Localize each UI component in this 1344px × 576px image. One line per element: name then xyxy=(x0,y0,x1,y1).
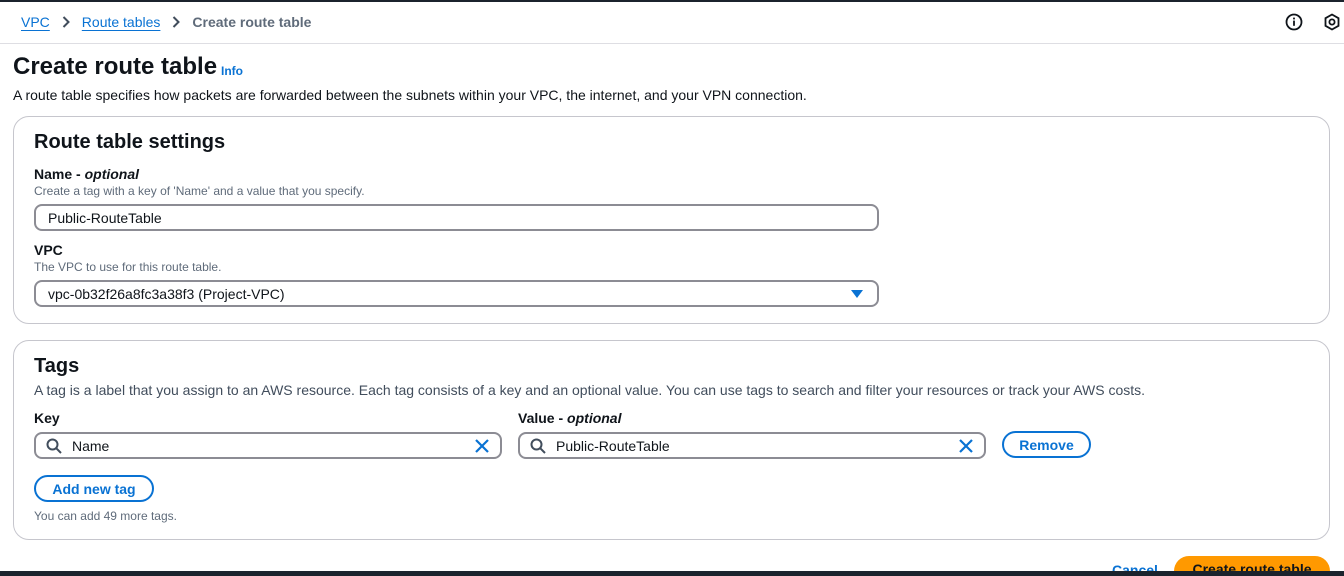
route-table-settings-panel: Route table settings Name - optional Cre… xyxy=(13,116,1330,324)
breadcrumb-current: Create route table xyxy=(192,14,312,30)
search-icon xyxy=(530,438,546,454)
value-label: Value - optional xyxy=(518,410,622,426)
tag-key-value: Name xyxy=(72,438,110,454)
settings-title: Route table settings xyxy=(34,131,226,153)
info-link[interactable]: Info xyxy=(221,64,243,78)
settings-icon[interactable] xyxy=(1322,12,1342,32)
vpc-hint: The VPC to use for this route table. xyxy=(34,260,222,274)
vpc-label: VPC xyxy=(34,242,63,258)
name-hint: Create a tag with a key of 'Name' and a … xyxy=(34,184,365,198)
remove-tag-button[interactable]: Remove xyxy=(1002,431,1091,458)
tag-value-input[interactable]: Public-RouteTable xyxy=(518,432,986,459)
tags-description: A tag is a label that you assign to an A… xyxy=(34,382,1146,398)
breadcrumb: VPC Route tables Create route table xyxy=(21,14,311,30)
close-icon[interactable] xyxy=(958,438,974,454)
breadcrumb-vpc[interactable]: VPC xyxy=(21,14,50,30)
tags-title: Tags xyxy=(34,355,80,377)
name-input-value: Public-RouteTable xyxy=(48,209,162,226)
caret-down-icon xyxy=(851,290,863,298)
name-label-text: Name xyxy=(34,166,73,182)
tags-panel: Tags A tag is a label that you assign to… xyxy=(13,340,1330,540)
name-input[interactable]: Public-RouteTable xyxy=(34,204,879,231)
breadcrumb-bar: VPC Route tables Create route table xyxy=(0,2,1344,44)
chevron-right-icon xyxy=(62,16,70,28)
close-icon[interactable] xyxy=(474,438,490,454)
vpc-select-value: vpc-0b32f26a8fc3a38f3 (Project-VPC) xyxy=(48,285,285,302)
chevron-right-icon xyxy=(172,16,181,28)
name-label: Name - optional xyxy=(34,166,140,182)
value-optional-text: optional xyxy=(567,410,622,426)
page-title: Create route table xyxy=(13,53,218,80)
search-icon xyxy=(46,438,62,454)
page-description: A route table specifies how packets are … xyxy=(13,87,807,103)
breadcrumb-route-tables[interactable]: Route tables xyxy=(82,14,161,30)
tags-limit-hint: You can add 49 more tags. xyxy=(34,509,177,523)
name-optional-text: optional xyxy=(84,166,140,182)
bottom-border xyxy=(0,571,1344,576)
add-new-tag-button[interactable]: Add new tag xyxy=(34,475,154,502)
vpc-select[interactable]: vpc-0b32f26a8fc3a38f3 (Project-VPC) xyxy=(34,280,879,307)
tag-key-input[interactable]: Name xyxy=(34,432,502,459)
key-label: Key xyxy=(34,410,60,426)
value-label-text: Value xyxy=(518,410,555,426)
info-circle-icon[interactable] xyxy=(1284,12,1304,32)
tag-value-value: Public-RouteTable xyxy=(556,438,670,454)
